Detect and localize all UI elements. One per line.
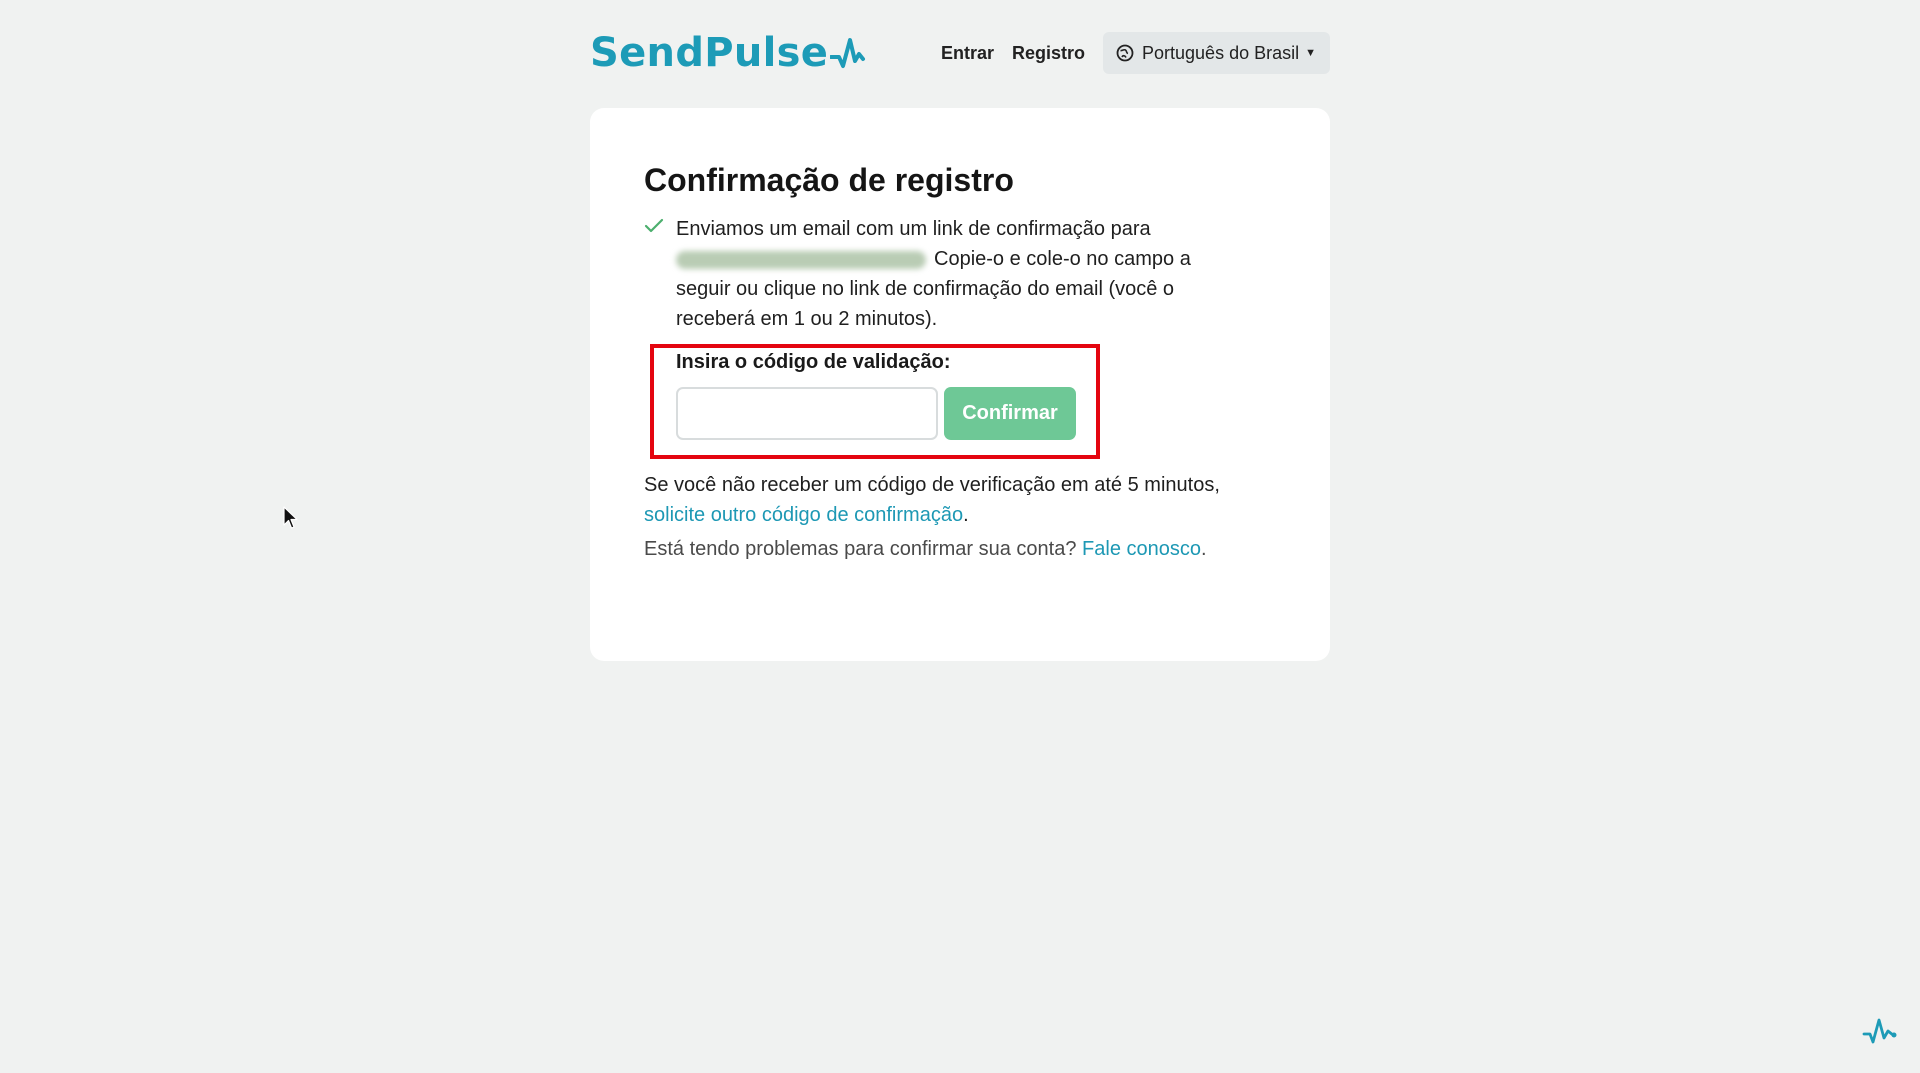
register-link[interactable]: Registro	[1012, 43, 1085, 64]
code-label: Insira o código de validação:	[676, 351, 951, 373]
redacted-email	[676, 250, 926, 269]
mouse-cursor-icon	[283, 506, 298, 529]
confirm-button[interactable]: Confirmar	[944, 387, 1076, 440]
top-bar: SendPulse Entrar Registro Português do B…	[590, 30, 1330, 76]
login-link[interactable]: Entrar	[941, 43, 994, 64]
language-selector[interactable]: Português do Brasil ▼	[1103, 32, 1330, 74]
page-title: Confirmação de registro	[644, 162, 1014, 198]
problem-end: .	[1201, 538, 1207, 560]
logo-text: SendPulse	[590, 30, 829, 76]
sendpulse-logo[interactable]: SendPulse	[590, 30, 866, 76]
problem-text: Está tendo problemas para confirmar sua …	[644, 534, 1207, 564]
resend-code-link[interactable]: solicite outro código de confirmação	[644, 504, 963, 526]
language-label: Português do Brasil	[1142, 42, 1300, 63]
resend-message: Se você não receber um código de verific…	[644, 474, 1220, 496]
check-icon	[644, 218, 664, 233]
pulse-icon	[830, 38, 866, 68]
message-part1: Enviamos um email com um link de confirm…	[676, 218, 1151, 240]
validation-code-input[interactable]	[676, 387, 938, 440]
contact-link[interactable]: Fale conosco	[1082, 538, 1201, 560]
globe-icon	[1116, 44, 1134, 62]
problem-message: Está tendo problemas para confirmar sua …	[644, 538, 1077, 560]
confirmation-card: Confirmação de registro Enviamos um emai…	[590, 108, 1330, 661]
confirmation-message: Enviamos um email com um link de confirm…	[676, 214, 1246, 334]
resend-end: .	[963, 504, 969, 526]
chevron-down-icon: ▼	[1305, 47, 1316, 59]
top-nav: Entrar Registro Português do Brasil ▼	[941, 32, 1330, 74]
pulse-widget-icon[interactable]	[1862, 1014, 1898, 1050]
resend-text: Se você não receber um código de verific…	[644, 470, 1244, 530]
